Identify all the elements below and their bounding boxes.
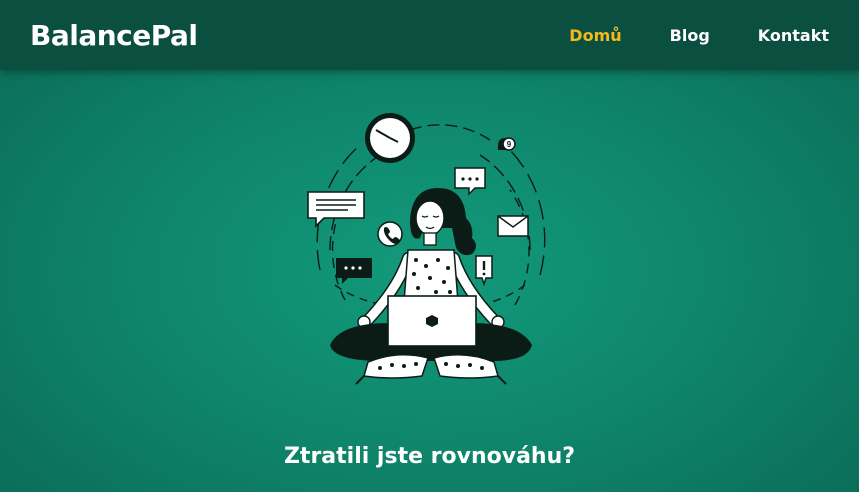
meditation-illustration: 9 <box>307 113 546 385</box>
hero-headline: Ztratili jste rovnováhu? <box>283 444 576 469</box>
nav-link-contact[interactable]: Kontakt <box>758 26 829 45</box>
message-bubble-icon <box>336 258 372 284</box>
chat-bubble-icon <box>307 191 365 228</box>
notification-count: 9 <box>507 140 512 149</box>
clock-icon <box>365 113 415 163</box>
typing-bubble-icon <box>454 167 486 196</box>
brand-logo[interactable]: BalancePal <box>30 19 198 52</box>
nav-link-blog[interactable]: Blog <box>670 26 710 45</box>
navbar: BalancePal Domů Blog Kontakt <box>0 0 859 70</box>
nav-link-home[interactable]: Domů <box>569 26 621 45</box>
email-icon <box>497 215 529 237</box>
alert-icon <box>475 255 493 287</box>
phone-icon <box>377 221 403 247</box>
notification-bell-icon: 9 <box>498 137 516 151</box>
laptop-icon <box>382 295 482 350</box>
page: BalancePal Domů Blog Kontakt 9 Ztratili … <box>0 0 859 492</box>
nav-links: Domů Blog Kontakt <box>521 26 829 45</box>
